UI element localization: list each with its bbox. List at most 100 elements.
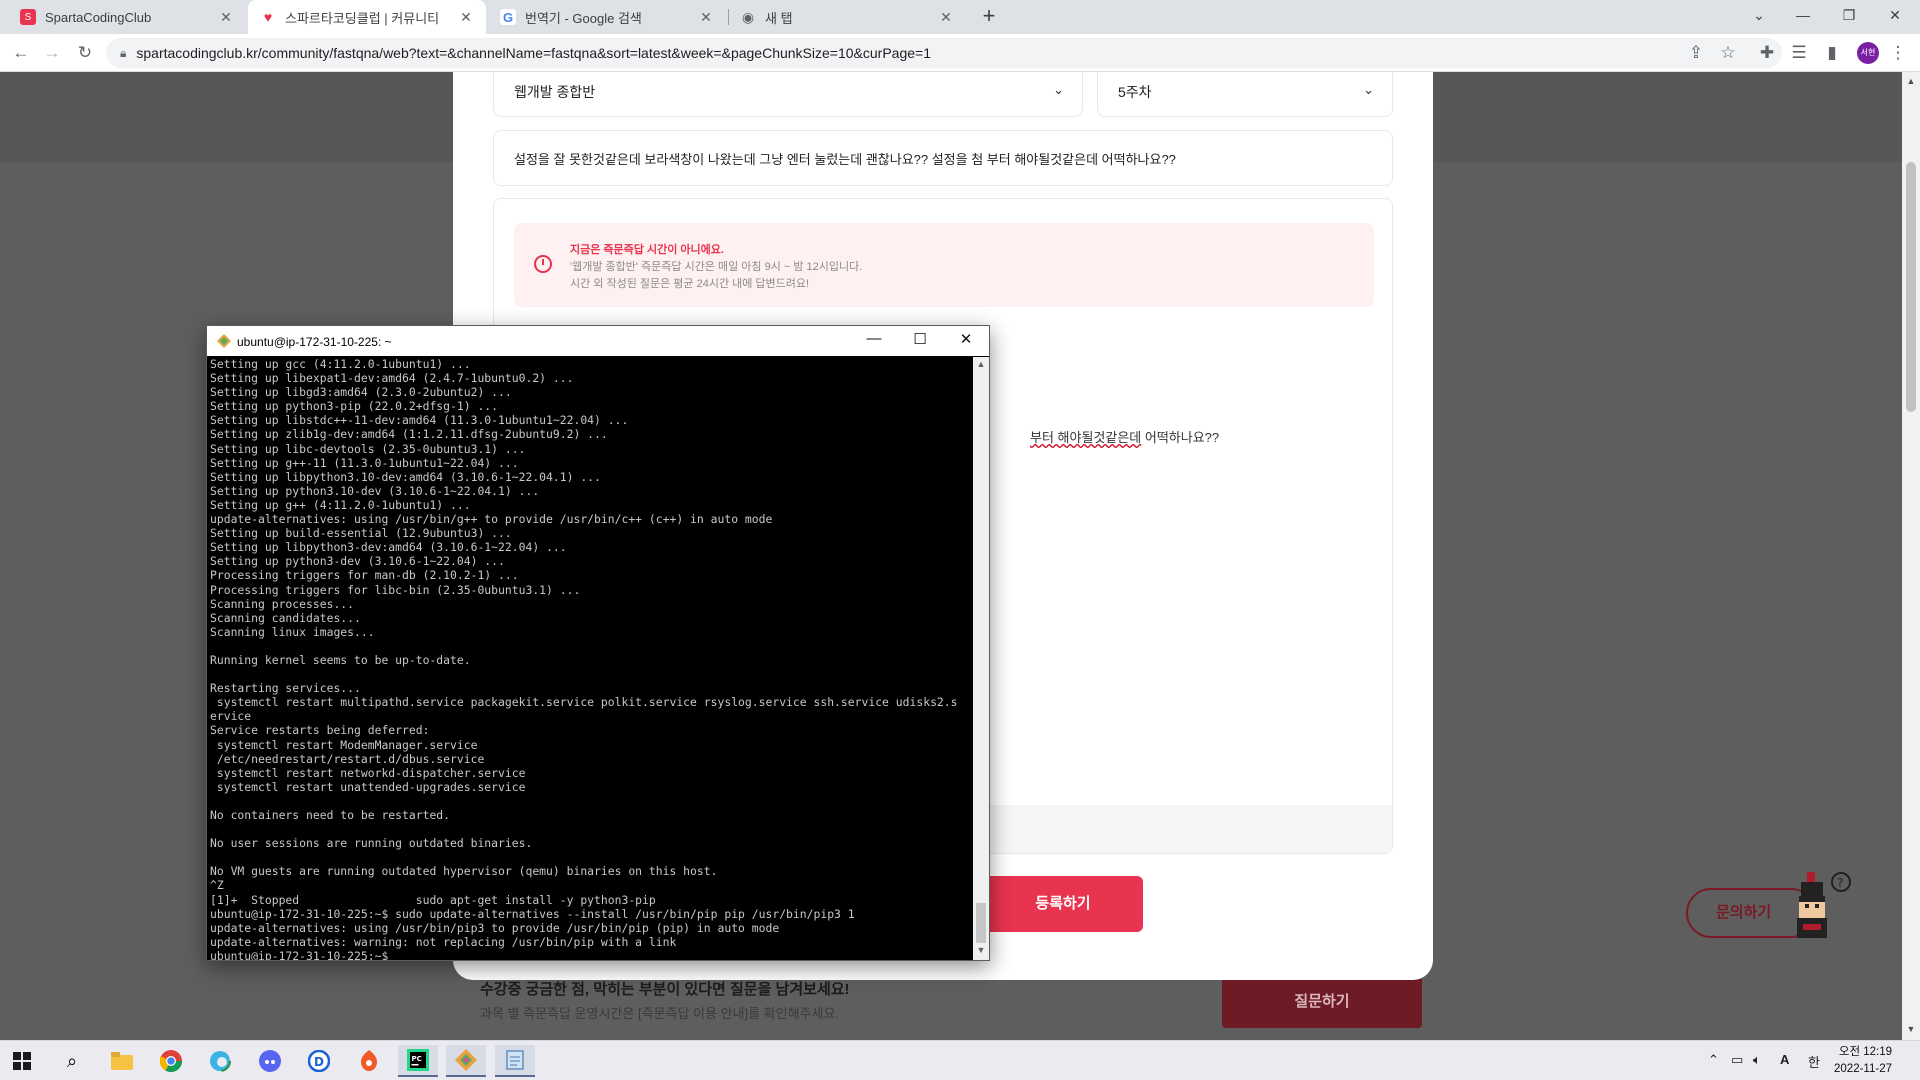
terminal-line: No containers need to be restarted. xyxy=(210,808,451,822)
tab-new-tab[interactable]: ◉ 새 탭 ✕ xyxy=(728,0,966,34)
terminal-line: Setting up libstdc++-11-dev:amd64 (11.3.… xyxy=(210,413,629,428)
language-indicator[interactable]: 한 xyxy=(1808,1052,1820,1071)
blue-chat-app-icon[interactable]: D xyxy=(299,1045,339,1077)
scroll-down-arrow-icon[interactable]: ▼ xyxy=(973,945,989,955)
profile-avatar[interactable]: 서현 xyxy=(1857,42,1879,64)
terminal-line: ^Z xyxy=(210,878,224,893)
question-title-input[interactable]: 설정을 잘 못한것같은데 보라색창이 나왔는데 그냥 엔터 눌렀는데 괜찮나요?… xyxy=(493,130,1393,186)
terminal-output[interactable]: Setting up gcc (4:11.2.0-1ubuntu1) ... Se… xyxy=(208,357,972,960)
scroll-down-arrow-icon[interactable]: ▼ xyxy=(1902,1024,1920,1034)
tab-community[interactable]: ♥ 스파르타코딩클럽 | 커뮤니티 ✕ xyxy=(248,0,486,34)
ask-question-button[interactable]: 질문하기 xyxy=(1222,976,1422,1028)
terminal-line: Setting up python3-pip (22.0.2+dfsg-1) .… xyxy=(210,399,499,414)
more-menu-icon[interactable]: ⋮ xyxy=(1886,41,1910,65)
scroll-up-arrow-icon[interactable]: ▲ xyxy=(973,359,989,369)
terminal-line: systemctl restart ModemManager.service xyxy=(210,737,478,752)
tab-title: 스파르타코딩클럽 | 커뮤니티 xyxy=(285,10,440,26)
terminal-titlebar[interactable]: ubuntu@ip-172-31-10-225: ~ — ☐ ✕ xyxy=(207,326,989,356)
week-select-value: 5주차 xyxy=(1118,84,1152,100)
terminal-line: Setting up libpython3.10-dev:amd64 (3.10… xyxy=(210,469,601,484)
git-bash-icon xyxy=(217,334,231,348)
terminal-line: Setting up libc-devtools (2.35-0ubuntu3.… xyxy=(210,441,526,456)
clock-icon xyxy=(534,255,552,273)
reload-icon[interactable]: ↻ xyxy=(73,41,97,65)
terminal-maximize-button[interactable]: ☐ xyxy=(897,330,943,348)
share-icon[interactable]: ⇪ xyxy=(1684,41,1708,65)
terminal-minimize-button[interactable]: — xyxy=(851,330,897,347)
notice-line-1: '웹개발 종합반' 즉문즉답 시간은 매일 아침 9시 ~ 밤 12시입니다. xyxy=(570,261,863,273)
extensions-puzzle-icon[interactable]: ✚ xyxy=(1755,41,1779,65)
terminal-line: Setting up zlib1g-dev:amd64 (1:1.2.11.df… xyxy=(210,427,608,442)
minimize-button[interactable]: — xyxy=(1780,0,1826,34)
notepad-icon[interactable] xyxy=(495,1045,535,1077)
tab-spartacodingclub[interactable]: S SpartaCodingClub ✕ xyxy=(8,0,246,34)
close-tab-icon[interactable]: ✕ xyxy=(218,9,234,26)
terminal-close-button[interactable]: ✕ xyxy=(943,330,989,348)
tab-search-chevron-icon[interactable]: ⌄ xyxy=(1736,0,1782,34)
media-queue-icon[interactable]: ☰ xyxy=(1787,41,1811,65)
close-tab-icon[interactable]: ✕ xyxy=(458,9,474,26)
edge-icon[interactable] xyxy=(200,1045,240,1077)
notice-heading: 지금은 즉문즉답 시간이 아니에요. xyxy=(570,244,724,256)
address-bar[interactable]: 🔒︎ spartacodingclub.kr/community/fastqna… xyxy=(106,38,1782,68)
terminal-line: Setting up python3.10-dev (3.10.6-1~22.0… xyxy=(210,483,540,498)
system-clock[interactable]: 오전 12:19 2022-11-27 xyxy=(1832,1044,1892,1078)
terminal-line: No VM guests are running outdated hyperv… xyxy=(210,864,718,879)
search-icon[interactable]: ⌕ xyxy=(52,1045,92,1077)
network-icon[interactable]: ▭ xyxy=(1731,1052,1743,1068)
file-explorer-icon[interactable] xyxy=(102,1045,142,1077)
ime-mode-indicator[interactable]: A xyxy=(1780,1052,1789,1067)
terminal-line: Scanning processes... xyxy=(210,596,355,611)
terminal-scrollbar[interactable]: ▲ ▼ xyxy=(973,357,989,960)
tray-chevron-up-icon[interactable]: ⌃ xyxy=(1708,1052,1719,1068)
terminal-line: Processing triggers for man-db (2.10.2-1… xyxy=(210,568,519,583)
terminal-line: ubuntu@ip-172-31-10-225:~$ xyxy=(210,948,396,960)
svg-text:D: D xyxy=(314,1055,324,1069)
orange-app-icon[interactable] xyxy=(349,1045,389,1077)
terminal-line: Setting up libpython3-dev:amd64 (3.10.6-… xyxy=(210,540,567,555)
spellcheck-fragment: 부터 해야될것같은데 xyxy=(1030,430,1142,445)
tab-google-search[interactable]: G 번역기 - Google 검색 ✕ xyxy=(488,0,726,34)
tab-strip: S SpartaCodingClub ✕ ♥ 스파르타코딩클럽 | 커뮤니티 ✕… xyxy=(0,0,1920,34)
terminal-line: Scanning candidates... xyxy=(210,610,361,625)
discord-icon[interactable] xyxy=(250,1045,290,1077)
tab-title: 새 탭 xyxy=(765,10,793,26)
close-window-button[interactable]: ✕ xyxy=(1872,0,1918,34)
volume-icon[interactable]: 🔈︎ xyxy=(1753,1052,1761,1068)
forward-arrow-icon[interactable]: → xyxy=(40,41,64,65)
submit-button[interactable]: 등록하기 xyxy=(983,876,1143,932)
sparta-favicon-icon: S xyxy=(20,9,36,25)
close-tab-icon[interactable]: ✕ xyxy=(698,9,714,26)
scrollbar-thumb[interactable] xyxy=(976,903,986,943)
week-select[interactable]: 5주차 ⌄ xyxy=(1097,72,1393,117)
close-tab-icon[interactable]: ✕ xyxy=(938,9,954,26)
git-bash-taskbar-icon[interactable] xyxy=(446,1045,486,1077)
terminal-line: update-alternatives: using /usr/bin/g++ … xyxy=(210,512,773,527)
scrollbar-thumb[interactable] xyxy=(1906,162,1916,412)
bookmark-star-icon[interactable]: ☆ xyxy=(1716,41,1740,65)
chrome-icon[interactable] xyxy=(151,1045,191,1077)
scroll-up-arrow-icon[interactable]: ▲ xyxy=(1902,76,1920,86)
new-tab-button[interactable]: + xyxy=(976,4,1002,30)
clock-date: 2022-11-27 xyxy=(1834,1063,1892,1075)
spartan-mascot-icon[interactable]: ? xyxy=(1793,868,1855,942)
terminal-line: update-alternatives: warning: not replac… xyxy=(210,934,677,949)
terminal-window[interactable]: ubuntu@ip-172-31-10-225: ~ — ☐ ✕ Setting… xyxy=(206,325,990,961)
restore-button[interactable]: ❐ xyxy=(1826,0,1872,34)
terminal-line: systemctl restart unattended-upgrades.se… xyxy=(210,779,526,794)
page-scrollbar[interactable]: ▲ ▼ xyxy=(1902,72,1920,1040)
side-panel-icon[interactable]: ▮ xyxy=(1820,41,1844,65)
course-select-value: 웹개발 종합반 xyxy=(514,84,596,100)
terminal-title: ubuntu@ip-172-31-10-225: ~ xyxy=(237,335,392,349)
course-select[interactable]: 웹개발 종합반 ⌄ xyxy=(493,72,1083,117)
pycharm-icon[interactable]: PC xyxy=(398,1045,438,1077)
back-arrow-icon[interactable]: ← xyxy=(9,41,33,65)
windows-start-icon[interactable] xyxy=(2,1045,42,1077)
body-tail: 어떡하나요?? xyxy=(1141,430,1220,445)
browser-toolbar: ← → ↻ 🔒︎ spartacodingclub.kr/community/f… xyxy=(0,34,1920,72)
url-text: spartacodingclub.kr/community/fastqna/we… xyxy=(136,45,931,61)
terminal-line: Setting up gcc (4:11.2.0-1ubuntu1) ... xyxy=(210,357,471,371)
